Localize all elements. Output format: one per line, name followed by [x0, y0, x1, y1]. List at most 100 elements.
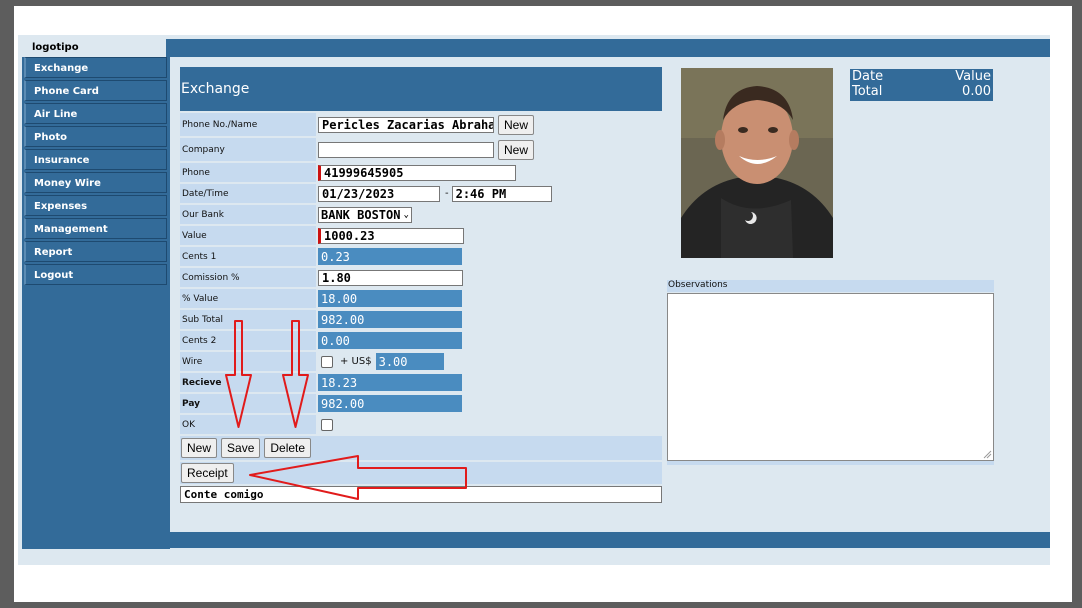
totals-value-header: Value: [955, 69, 991, 84]
logo-text: logotipo: [22, 39, 166, 57]
totals-total-label: Total: [852, 84, 883, 99]
phone-name-label: Phone No./Name: [180, 113, 316, 136]
totals-header-row: Date Value: [852, 69, 991, 84]
phone-name-input[interactable]: Pericles Zacarias Abrahao: [318, 116, 494, 133]
page-background: logotipo Exchange Phone Card Air Line Ph…: [18, 35, 1050, 565]
pay-label: Pay: [180, 394, 316, 413]
nav-item-money-wire[interactable]: Money Wire: [24, 172, 167, 193]
cents2-cell: 0.00: [316, 331, 662, 350]
row-wire: Wire + US$ 3.00: [180, 352, 662, 371]
ok-checkbox[interactable]: [321, 418, 333, 431]
nav-item-phone-card[interactable]: Phone Card: [24, 80, 167, 101]
nav-item-expenses[interactable]: Expenses: [24, 195, 167, 216]
pay-value: 982.00: [318, 395, 462, 412]
row-pay: Pay 982.00: [180, 394, 662, 413]
phone-input[interactable]: 41999645905: [318, 164, 516, 181]
row-company: Company New: [180, 138, 662, 161]
exchange-form: Exchange Phone No./Name Pericles Zacaria…: [180, 67, 662, 503]
new-phone-button[interactable]: New: [498, 114, 535, 135]
ok-label: OK: [180, 415, 316, 434]
delete-button[interactable]: Delete: [264, 438, 312, 458]
cents1-cell: 0.23: [316, 247, 662, 266]
date-input[interactable]: 01/23/2023: [318, 185, 440, 202]
row-phone: Phone 41999645905: [180, 163, 662, 182]
nav-item-management[interactable]: Management: [24, 218, 167, 239]
row-cents2: Cents 2 0.00: [180, 331, 662, 350]
cents1-label: Cents 1: [180, 247, 316, 266]
recieve-value: 18.23: [318, 374, 462, 391]
comission-cell: 1.80: [316, 268, 662, 287]
observations-footer: [667, 461, 994, 465]
time-input[interactable]: 2:46 PM: [451, 185, 552, 202]
wire-label: Wire: [180, 352, 316, 371]
wire-plus-label: + US$: [340, 356, 372, 367]
subtotal-value: 982.00: [318, 311, 462, 328]
company-input[interactable]: [318, 141, 494, 158]
totals-date-header: Date: [852, 69, 884, 84]
bank-cell: BANK BOSTON ⌄: [316, 205, 662, 224]
ok-cell: [316, 415, 662, 434]
receipt-row: Receipt: [180, 462, 662, 484]
company-label: Company: [180, 138, 316, 161]
sidebar: Exchange Phone Card Air Line Photo Insur…: [22, 57, 170, 549]
customer-photo-image: [681, 68, 833, 258]
nav-item-exchange[interactable]: Exchange: [24, 57, 167, 78]
save-button[interactable]: Save: [221, 438, 261, 458]
document-sheet: logotipo Exchange Phone Card Air Line Ph…: [14, 6, 1072, 602]
pay-cell: 982.00: [316, 394, 662, 413]
comission-input[interactable]: 1.80: [318, 269, 463, 286]
form-title: Exchange: [180, 67, 662, 111]
nav-item-report[interactable]: Report: [24, 241, 167, 262]
chevron-down-icon: ⌄: [403, 209, 409, 220]
observations-label: Observations: [667, 280, 994, 292]
totals-panel: Date Value Total 0.00: [850, 69, 993, 101]
sidebar-nav: Exchange Phone Card Air Line Photo Insur…: [24, 57, 167, 287]
new-button[interactable]: New: [181, 438, 218, 458]
datetime-label: Date/Time: [180, 184, 316, 203]
footer-bar: [22, 532, 1050, 548]
comission-label: Comission %: [180, 268, 316, 287]
pct-value-value: 18.00: [318, 290, 462, 307]
value-label: Value: [180, 226, 316, 245]
row-ok: OK: [180, 415, 662, 434]
bank-select-value: BANK BOSTON: [321, 207, 401, 222]
bank-select[interactable]: BANK BOSTON ⌄: [318, 206, 412, 223]
totals-total-row: Total 0.00: [852, 84, 991, 99]
row-recieve: Recieve 18.23: [180, 373, 662, 392]
pct-value-label: % Value: [180, 289, 316, 308]
new-company-button[interactable]: New: [498, 139, 535, 160]
subtotal-cell: 982.00: [316, 310, 662, 329]
row-bank: Our Bank BANK BOSTON ⌄: [180, 205, 662, 224]
row-subtotal: Sub Total 982.00: [180, 310, 662, 329]
cents1-value: 0.23: [318, 248, 462, 265]
bank-label: Our Bank: [180, 205, 316, 224]
row-value: Value 1000.23: [180, 226, 662, 245]
row-datetime: Date/Time 01/23/2023 - 2:46 PM: [180, 184, 662, 203]
observations-textarea[interactable]: [667, 293, 994, 461]
cents2-label: Cents 2: [180, 331, 316, 350]
recieve-cell: 18.23: [316, 373, 662, 392]
action-buttons: New Save Delete: [180, 436, 662, 460]
value-cell: 1000.23: [316, 226, 662, 245]
receipt-button[interactable]: Receipt: [181, 463, 234, 483]
wire-checkbox[interactable]: [321, 355, 333, 368]
logo-bar: logotipo: [22, 39, 1050, 57]
row-phone-name: Phone No./Name Pericles Zacarias Abrahao…: [180, 113, 662, 136]
wire-cell: + US$ 3.00: [316, 352, 662, 371]
wire-value[interactable]: 3.00: [375, 353, 444, 370]
time-separator: -: [445, 188, 449, 199]
value-input[interactable]: 1000.23: [318, 227, 464, 244]
phone-label: Phone: [180, 163, 316, 182]
nav-item-air-line[interactable]: Air Line: [24, 103, 167, 124]
recieve-label: Recieve: [180, 373, 316, 392]
subtotal-label: Sub Total: [180, 310, 316, 329]
resize-handle-icon[interactable]: [982, 449, 992, 459]
nav-item-logout[interactable]: Logout: [24, 264, 167, 285]
receipt-note-input[interactable]: Conte comigo: [180, 486, 662, 503]
customer-photo: [681, 68, 833, 258]
row-comission: Comission % 1.80: [180, 268, 662, 287]
row-cents1: Cents 1 0.23: [180, 247, 662, 266]
nav-item-photo[interactable]: Photo: [24, 126, 167, 147]
nav-item-insurance[interactable]: Insurance: [24, 149, 167, 170]
row-pct-value: % Value 18.00: [180, 289, 662, 308]
